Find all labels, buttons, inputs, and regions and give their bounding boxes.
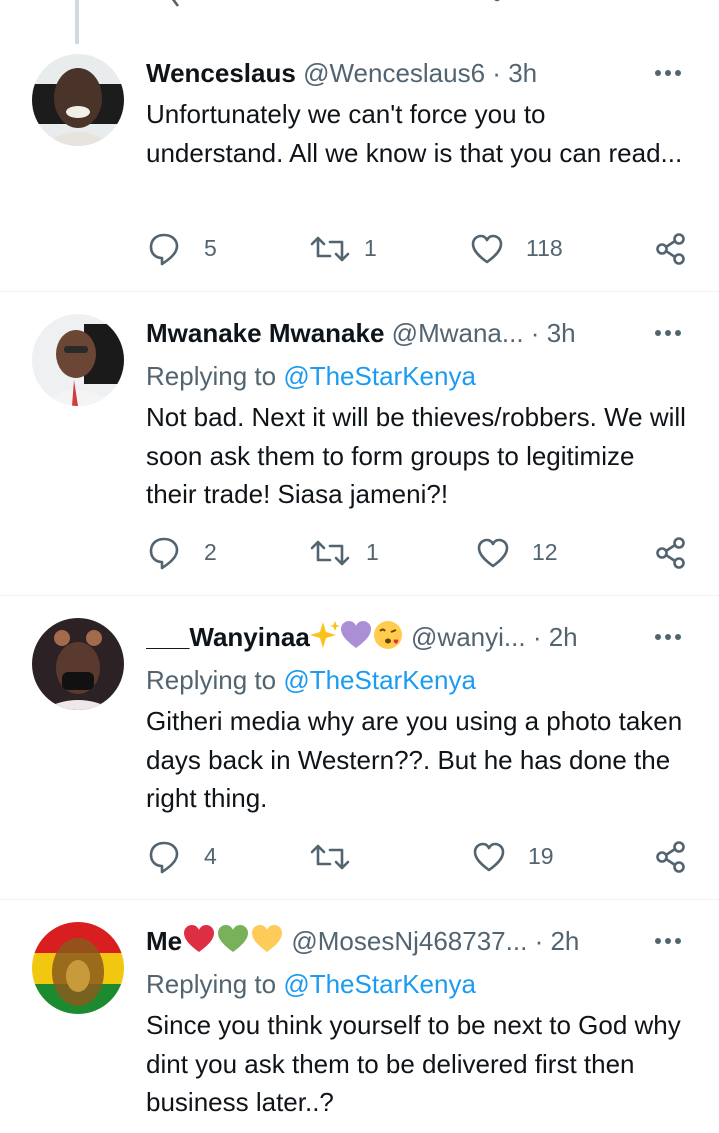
previous-tweet-actions: [0, 0, 719, 8]
display-name[interactable]: Mwanake Mwanake: [146, 318, 384, 348]
separator-dot: ·: [492, 58, 501, 88]
tweet-actions: 5 1 118: [0, 232, 719, 268]
tweet-header: Mwanake Mwanake @Mwana... · 3h: [146, 316, 629, 350]
reply-icon[interactable]: [150, 0, 180, 8]
replying-to: Replying to @TheStarKenya: [146, 663, 476, 697]
share-icon: [656, 537, 685, 569]
tweet-header: Me @MosesNj468737... · 2h: [146, 924, 629, 958]
display-name[interactable]: Wenceslaus: [146, 58, 296, 88]
replying-to: Replying to @TheStarKenya: [146, 967, 476, 1001]
replying-to-label: Replying to: [146, 665, 277, 695]
like-icon: [471, 234, 503, 264]
mention-link[interactable]: @TheStarKenya: [283, 969, 476, 999]
reply-count: 5: [204, 235, 217, 261]
like-count: 12: [532, 539, 558, 565]
avatar-photo: [32, 922, 124, 1014]
previous-tweet-partial: [0, 0, 719, 44]
tweet[interactable]: Me @MosesNj468737... · 2h Replying to @T…: [0, 902, 719, 1133]
reply-icon: [149, 233, 179, 266]
like-icon: [473, 842, 505, 872]
avatar-photo: [32, 314, 124, 406]
replying-to: Replying to @TheStarKenya: [146, 359, 476, 393]
share-icon[interactable]: [664, 0, 690, 8]
user-handle[interactable]: @MosesNj468737...: [291, 926, 527, 956]
tweet-text: Githeri media why are you using a photo …: [146, 706, 683, 813]
user-handle[interactable]: @wanyi...: [411, 622, 526, 652]
tweet-actions: 2 1 12: [0, 536, 719, 572]
avatar-photo: [32, 618, 124, 710]
sparkles-emoji: [309, 621, 340, 648]
reply-count: 2: [204, 539, 217, 565]
like-count: 118: [526, 235, 563, 261]
display-name[interactable]: ___Wanyinaa: [146, 622, 310, 652]
kissing-face-emoji: [373, 621, 402, 649]
tweet-header: ___Wanyinaa @wanyi... · 2h: [146, 620, 629, 654]
avatar[interactable]: [32, 54, 124, 146]
replying-to-label: Replying to: [146, 969, 277, 999]
avatar-photo: [32, 54, 124, 146]
tweet[interactable]: Mwanake Mwanake @Mwana... · 3h Replying …: [0, 294, 719, 596]
tweet-text: Not bad. Next it will be thieves/robbers…: [146, 402, 686, 509]
tweet-actions: 4 19: [0, 840, 719, 876]
user-handle[interactable]: @Wenceslaus6: [303, 58, 485, 88]
reply-icon: [149, 841, 179, 874]
user-handle[interactable]: @Mwana...: [392, 318, 524, 348]
tweet-header: Wenceslaus @Wenceslaus6 · 3h: [146, 56, 629, 90]
like-count: 19: [528, 843, 554, 869]
share-icon: [656, 233, 685, 265]
retweet-icon: [310, 236, 350, 262]
avatar[interactable]: [32, 618, 124, 710]
retweet-icon[interactable]: [324, 0, 360, 8]
retweet-count: 1: [364, 235, 377, 261]
avatar[interactable]: [32, 314, 124, 406]
more-options-icon[interactable]: [655, 924, 685, 958]
more-options-icon[interactable]: [655, 316, 685, 350]
reply-count: 4: [204, 843, 217, 869]
retweet-icon: [310, 844, 350, 870]
retweet-icon: [310, 540, 350, 566]
separator-dot: ·: [534, 926, 544, 956]
timestamp[interactable]: 3h: [547, 318, 576, 348]
replying-to-label: Replying to: [146, 361, 277, 391]
tweet[interactable]: ___Wanyinaa @wanyi... · 2h Replying to @…: [0, 598, 719, 900]
separator-dot: ·: [530, 318, 540, 348]
like-icon[interactable]: [482, 0, 512, 8]
like-icon: [477, 538, 509, 568]
more-options-icon[interactable]: [655, 620, 685, 654]
tweet-text: Unfortunately we can't force you to unde…: [146, 99, 683, 168]
retweet-count: 1: [366, 539, 379, 565]
separator-dot: ·: [532, 622, 542, 652]
green-heart-emoji: [218, 925, 249, 952]
tweet[interactable]: Wenceslaus @Wenceslaus6 · 3h Unfortunate…: [0, 44, 719, 292]
more-options-icon[interactable]: [655, 56, 685, 90]
avatar[interactable]: [32, 922, 124, 1014]
timestamp[interactable]: 2h: [550, 926, 579, 956]
share-icon: [656, 841, 685, 873]
mention-link[interactable]: @TheStarKenya: [283, 665, 476, 695]
timestamp[interactable]: 3h: [508, 58, 537, 88]
timestamp[interactable]: 2h: [549, 622, 578, 652]
tweet-text: Since you think yourself to be next to G…: [146, 1010, 681, 1117]
red-heart-emoji: [184, 925, 215, 952]
reply-icon: [149, 537, 179, 570]
display-name[interactable]: Me: [146, 926, 182, 956]
yellow-heart-emoji: [252, 925, 283, 952]
mention-link[interactable]: @TheStarKenya: [283, 361, 476, 391]
purple-heart-emoji: [340, 621, 371, 648]
